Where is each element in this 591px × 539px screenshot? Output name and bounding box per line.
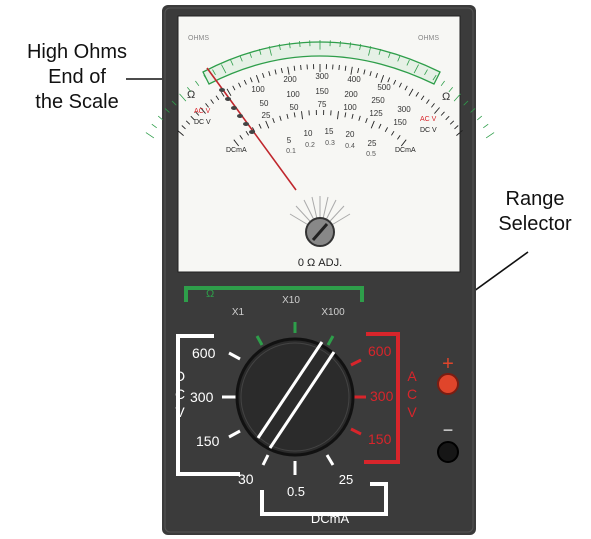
ohms-label-left: OHMS <box>188 35 209 42</box>
ohm-symbol-right: Ω <box>442 91 450 103</box>
negative-jack[interactable] <box>437 441 459 463</box>
scale-tick <box>485 132 495 139</box>
dcma-0-5: 0.5 <box>287 484 305 499</box>
ohm-range-x100: X100 <box>321 307 345 318</box>
scale-row-3-label: 125 <box>369 109 383 118</box>
ohms-label-right: OHMS <box>418 35 439 42</box>
scale-row-3-label: 150 <box>393 118 407 127</box>
dcma-range-label: DCmA <box>311 511 350 526</box>
scale-row-3-label: 75 <box>318 100 327 109</box>
minus-sign: − <box>443 420 454 440</box>
positive-jack[interactable] <box>437 373 459 395</box>
scale-row-2-label: 50 <box>260 99 269 108</box>
zero-adjust-label: 0 Ω ADJ. <box>298 257 342 269</box>
dcv-30: 30 <box>238 471 254 487</box>
scale-tick <box>338 64 340 71</box>
ohm-range-x1: X1 <box>232 307 245 318</box>
scale-tick <box>151 123 157 129</box>
ohm-range-x10: X10 <box>282 295 300 306</box>
scale-row-1-label: 300 <box>315 72 329 81</box>
scale-row-3-label: 100 <box>343 103 357 112</box>
dcma-scale-2-label: 0.5 <box>366 151 376 158</box>
scale-row-1-label: 400 <box>347 75 361 84</box>
dcma-scale-label: 20 <box>346 130 355 139</box>
dcma-label-right: DCmA <box>395 147 416 154</box>
high-ohms-callout-line: End of <box>48 66 106 88</box>
scale-row-2-label: 100 <box>286 90 300 99</box>
dcma-scale-2-label: 0.4 <box>345 143 355 150</box>
acv-letters: A C V <box>407 368 417 420</box>
scale-row-1-label: 100 <box>251 85 265 94</box>
high-ohms-callout-line: High Ohms <box>26 41 128 63</box>
dcma-scale-label: 25 <box>368 139 377 148</box>
acv-label-right: AC V <box>420 116 437 123</box>
scale-row-3-label: 50 <box>290 103 299 112</box>
range-selector-callout: Range Selector <box>480 187 590 237</box>
acv-150: 150 <box>368 431 392 447</box>
scale-tick <box>300 64 302 71</box>
acv-values: 600 300 150 <box>368 343 394 447</box>
dcma-scale-2-label: 0.2 <box>305 142 315 149</box>
scale-row-2-label: 150 <box>315 87 329 96</box>
dcma-25: 25 <box>339 472 353 487</box>
dcma-scale-2-label: 0.3 <box>325 140 335 147</box>
acv-300: 300 <box>370 388 394 404</box>
scale-tick <box>483 123 489 129</box>
dcv-600: 600 <box>192 345 216 361</box>
scale-tick <box>476 115 483 121</box>
dcv-label-right: DC V <box>420 127 437 134</box>
range-selector-callout-line: Range <box>505 188 565 210</box>
dcma-scale-label: 10 <box>304 129 313 138</box>
high-ohms-callout: High Ohms End of the Scale <box>2 40 152 115</box>
acv-600: 600 <box>368 343 392 359</box>
dcma-label-left: DCmA <box>226 147 247 154</box>
dcma-scale-label: 5 <box>287 136 292 145</box>
range-selector-knob[interactable] <box>235 337 355 457</box>
scale-row-3-label: 25 <box>262 111 271 120</box>
plus-sign: + <box>442 353 454 375</box>
scale-row-2-label: 200 <box>344 90 358 99</box>
acv-letter: A <box>407 368 417 384</box>
dcv-300: 300 <box>190 389 214 405</box>
ohm-symbol-left: Ω <box>187 89 195 101</box>
high-ohms-callout-line: the Scale <box>35 91 119 113</box>
dcv-label-left: DC V <box>194 119 211 126</box>
dcma-scale-label: 15 <box>325 127 334 136</box>
scale-row-2-label: 300 <box>397 105 411 114</box>
acv-letter: V <box>407 404 417 420</box>
range-selector-callout-line: Selector <box>498 213 572 235</box>
dcv-letter: V <box>175 404 185 420</box>
scale-tick <box>145 132 155 139</box>
dcma-scale-2-label: 0.1 <box>286 148 296 155</box>
acv-letter: C <box>407 386 417 402</box>
dcv-150: 150 <box>196 433 220 449</box>
dcv-letter: D <box>175 368 185 384</box>
acv-label-left: AC V <box>194 108 211 115</box>
dcv-letters: D C V <box>175 368 185 420</box>
scale-row-1-label: 200 <box>283 75 297 84</box>
dcv-letter: C <box>175 386 185 402</box>
ohm-range-label: Ω <box>206 288 214 300</box>
scale-row-2-label: 250 <box>371 96 385 105</box>
scale-row-1-label: 500 <box>377 83 391 92</box>
